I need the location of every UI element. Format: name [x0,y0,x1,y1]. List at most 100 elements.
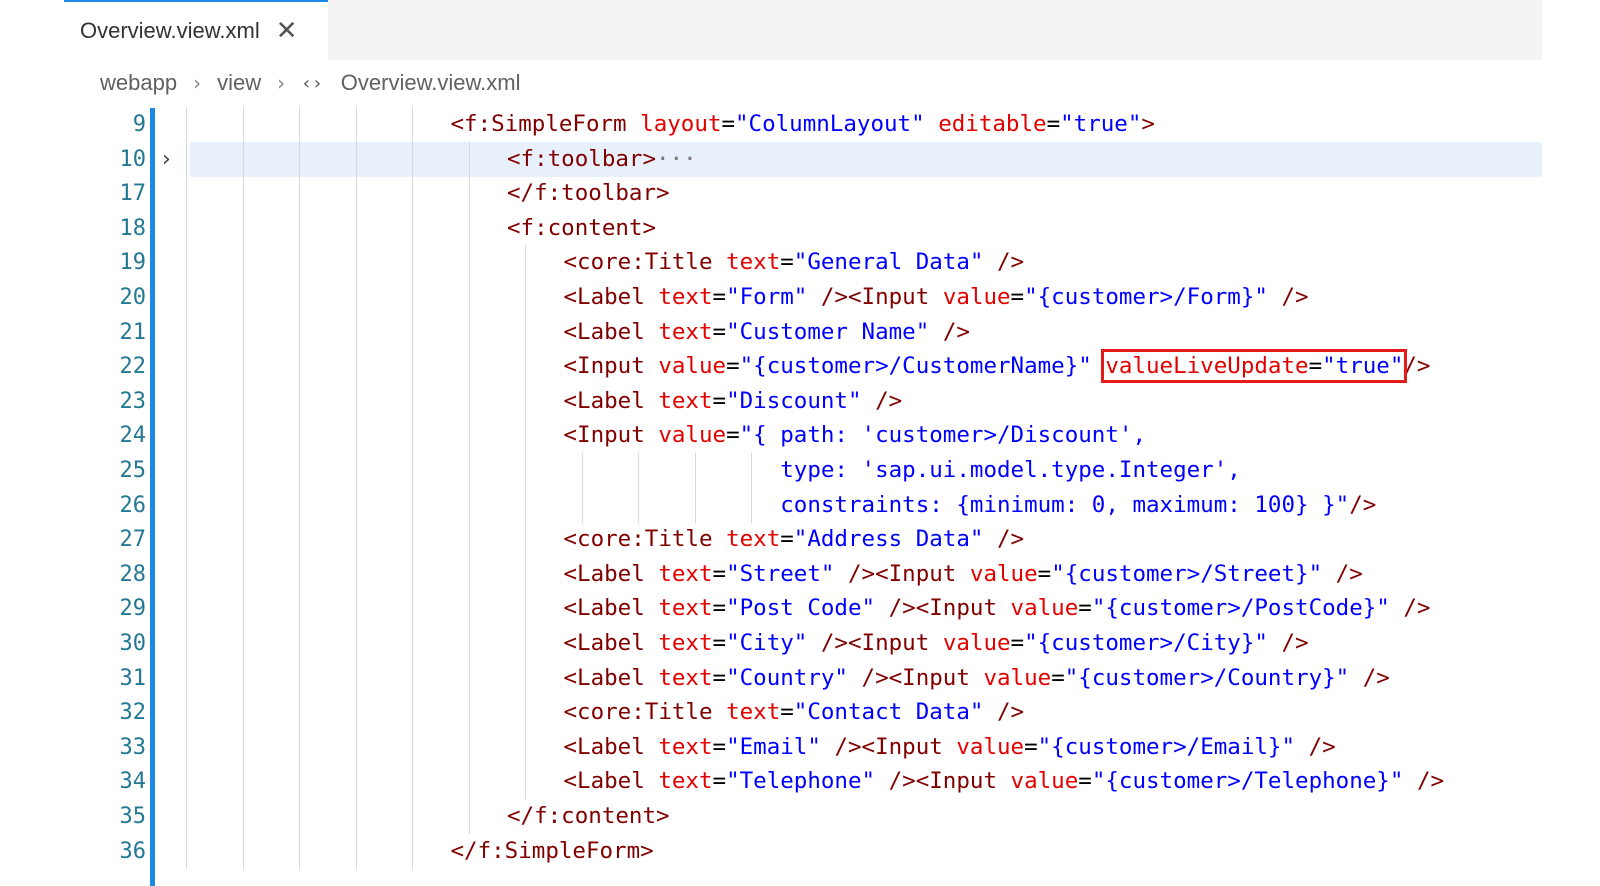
code-token: "ColumnLayout" [734,111,925,137]
code-line[interactable]: 21 <Label text="Customer Name" /> [0,314,1600,350]
breadcrumb-item-webapp[interactable]: webapp [100,70,177,96]
code-token: /> [997,526,1025,553]
fold-chevron-icon[interactable]: › [162,142,171,177]
code-text: <Label text="Form" /><Input value="{cust… [564,280,1309,315]
indent-guide [468,453,470,488]
code-token: <Label [563,733,645,760]
code-text: <Label text="Post Code" /><Input value="… [564,591,1431,626]
code-token: /> [1335,560,1363,587]
indent-guide [242,280,244,315]
code-text: <f:toolbar>··· [507,142,697,177]
code-line[interactable]: 19 <core:Title text="General Data" /> [0,245,1600,281]
code-line[interactable]: 20 <Label text="Form" /><Input value="{cu… [0,280,1600,315]
indent-guide [355,349,357,385]
indent-guide [186,833,187,869]
code-token: = [712,560,727,587]
code-text: <core:Title text="Contact Data" /> [564,695,1025,730]
breadcrumb-item-file[interactable]: Overview.view.xml [341,70,521,96]
tab-bar: Overview.view.xml ✕ [64,0,1542,60]
code-token: "{customer>/Country}" [1064,664,1350,691]
code-line[interactable]: 24 <Input value="{ path: 'customer>/Disco… [0,418,1600,454]
indent-guide [525,556,526,592]
code-line[interactable]: 22 <Input value="{customer>/CustomerName}… [0,349,1600,385]
code-text: <Label text="Email" /><Input value="{cus… [564,730,1336,765]
code-editor[interactable]: 9 <f:SimpleForm layout="ColumnLayout" edi… [0,107,1600,886]
code-token: = [712,768,727,795]
code-line[interactable]: 17 </f:toolbar> [0,176,1600,212]
code-text: constraints: {minimum: 0, maximum: 100} … [564,488,1376,523]
code-line[interactable]: 10 › <f:toolbar>··· [0,141,1600,177]
indent-guide [525,591,526,627]
indent-guide [355,453,357,488]
code-token: <core:Title [563,699,713,726]
indent-guide [468,695,470,731]
line-number: 29 [119,596,147,622]
indent-guide [186,522,187,558]
code-token: /><Input [888,768,997,795]
code-token: "true" [1060,111,1142,137]
line-number: 20 [119,285,147,310]
indent-guide [299,314,300,350]
code-line[interactable]: 35 </f:content> [0,799,1600,834]
close-icon[interactable]: ✕ [276,18,298,44]
indent-guide [468,383,470,419]
indent-guide [412,660,413,696]
code-line[interactable]: 26 constraints: {minimum: 0, maximum: 10… [0,487,1600,523]
code-line[interactable]: 36 </f:SimpleForm> [0,833,1600,869]
code-line[interactable]: 29 <Label text="Post Code" /><Input value… [0,591,1600,627]
indent-guide [299,626,300,661]
code-token: "Address Data" [793,526,984,553]
indent-guide [299,245,300,281]
indent-guide [355,383,357,419]
indent-guide [412,695,413,731]
indent-guide [525,349,526,385]
code-line[interactable]: 34 <Label text="Telephone" /><Input value… [0,764,1600,800]
indent-guide [412,764,413,800]
indent-guide [242,418,244,454]
code-line[interactable]: 30 <Label text="City" /><Input value="{cu… [0,626,1600,661]
tab-overview-view-xml[interactable]: Overview.view.xml ✕ [64,0,328,60]
code-line[interactable]: 33 <Label text="Email" /><Input value="{c… [0,729,1600,765]
code-line[interactable]: 31 <Label text="Country" /><Input value="… [0,660,1600,696]
code-token: <f:SimpleForm [450,111,627,137]
code-line[interactable]: 32 <core:Title text="Contact Data" /> [0,695,1600,731]
code-token: = [780,699,794,726]
line-number: 26 [119,492,147,518]
indent-guide [468,176,470,212]
code-line[interactable]: 9 <f:SimpleForm layout="ColumnLayout" edi… [0,107,1600,142]
code-text: <f:content> [507,211,656,246]
indent-guide [355,210,357,246]
code-line[interactable]: 25 type: 'sap.ui.model.type.Integer', [0,453,1600,488]
indent-guide [525,418,526,454]
code-text: <Label text="Country" /><Input value="{c… [564,661,1390,696]
indent-guide [186,418,187,454]
code-text: </f:SimpleForm> [451,834,654,869]
code-token: = [1010,630,1025,656]
code-line[interactable]: 27 <core:Title text="Address Data" /> [0,522,1600,558]
indent-guide [412,107,413,142]
code-token: = [1024,733,1038,760]
code-token: text [658,733,713,760]
indent-guide [525,314,526,350]
code-token: <Label [563,664,645,691]
indent-guide [468,626,470,661]
indent-guide [412,556,413,592]
code-token: text [658,318,713,345]
breadcrumb-item-view[interactable]: view [217,70,261,96]
code-line[interactable]: 28 <Label text="Street" /><Input value="{… [0,556,1600,592]
code-line[interactable]: 23 <Label text="Discount" /> [0,383,1600,419]
line-number: 25 [119,458,147,483]
code-text: <Label text="Street" /><Input value="{cu… [564,557,1363,592]
code-line[interactable]: 18 <f:content> [0,210,1600,246]
